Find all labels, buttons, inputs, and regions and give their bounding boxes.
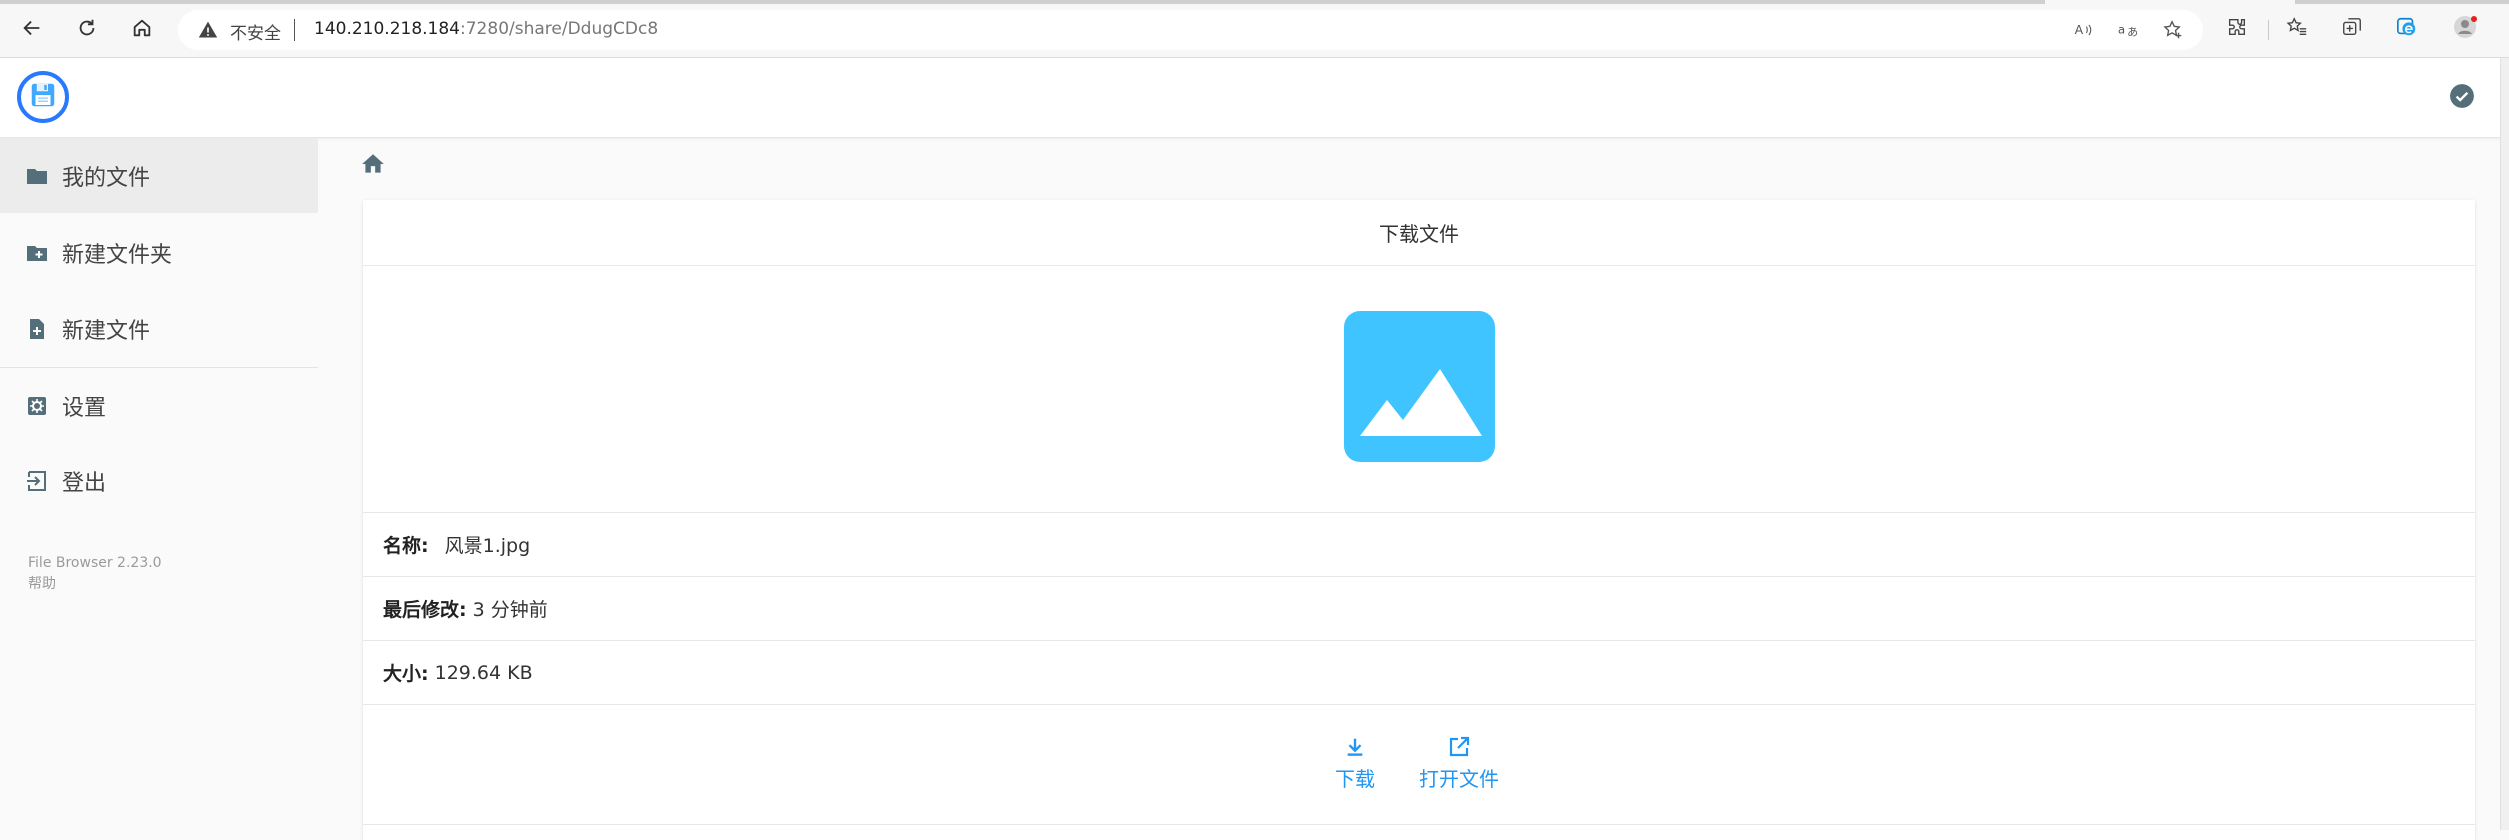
card-title: 下载文件 (363, 200, 2475, 266)
refresh-button[interactable] (71, 14, 103, 46)
modified-label: 最后修改: (383, 599, 467, 621)
sidebar-item-label: 我的文件 (62, 165, 151, 191)
svg-text:a: a (2118, 23, 2125, 37)
profile-button[interactable] (2452, 15, 2480, 43)
address-divider (294, 19, 295, 41)
sidebar-item-new-folder[interactable]: 新建文件夹 (0, 215, 318, 290)
extensions-icon (2226, 16, 2248, 42)
read-aloud-icon[interactable]: A (2071, 18, 2095, 42)
sidebar-item-logout[interactable]: 登出 (0, 443, 318, 518)
name-value: 风景1.jpg (444, 535, 531, 557)
browser-home-button[interactable] (126, 14, 158, 46)
collections-icon (2341, 16, 2363, 42)
folder-plus-icon (24, 240, 50, 266)
address-bar[interactable]: 不安全 140.210.218.184:7280/share/DdugCDc8 … (178, 10, 2203, 50)
sidebar-item-my-files[interactable]: 我的文件 (0, 138, 318, 213)
sidebar-item-settings[interactable]: 设置 (0, 368, 318, 443)
status-button[interactable] (2447, 83, 2477, 113)
url-host: 140.210.218.184 (314, 19, 461, 39)
favorites-button[interactable] (2283, 15, 2311, 43)
url-path: :7280/share/DdugCDc8 (460, 19, 659, 39)
preview-area (363, 266, 2475, 513)
sidebar-item-new-file[interactable]: 新建文件 (0, 291, 318, 366)
window-edge (2500, 58, 2509, 830)
browser-toolbar: 不安全 140.210.218.184:7280/share/DdugCDc8 … (0, 0, 2509, 58)
open-file-label: 打开文件 (1419, 767, 1499, 791)
app-logo[interactable] (17, 71, 69, 123)
collections-button[interactable] (2338, 15, 2366, 43)
open-file-button[interactable]: 打开文件 (1419, 733, 1499, 792)
settings-icon (24, 393, 50, 419)
back-button[interactable] (16, 14, 48, 46)
name-label: 名称: (383, 535, 429, 557)
url-text[interactable]: 140.210.218.184:7280/share/DdugCDc8 (314, 19, 658, 39)
insecure-label[interactable]: 不安全 (230, 19, 281, 44)
extensions-button[interactable] (2223, 15, 2251, 43)
warning-icon[interactable] (198, 20, 218, 40)
home-icon (131, 17, 153, 43)
favorites-icon (2286, 16, 2308, 42)
tab-strip (0, 0, 2509, 4)
refresh-icon (76, 17, 98, 43)
home-icon (360, 151, 386, 181)
sidebar-item-label: 设置 (62, 395, 107, 421)
download-button[interactable]: 下载 (1335, 733, 1375, 792)
open-in-new-icon (1445, 733, 1473, 761)
svg-text:A: A (2075, 22, 2084, 37)
share-card: 下载文件 名称: 风景1.jpg 最后修改: 3 分钟前 大小: 129.64 … (363, 200, 2475, 840)
folder-icon (24, 163, 50, 189)
favorite-add-icon[interactable] (2161, 18, 2185, 42)
active-tab-edge[interactable] (0, 0, 2045, 4)
back-icon (21, 17, 43, 43)
size-label: 大小: (383, 663, 429, 685)
sidebar-item-label: 新建文件夹 (62, 242, 173, 268)
modified-value: 3 分钟前 (472, 599, 548, 621)
sidebar-item-label: 登出 (62, 470, 107, 496)
breadcrumb-home-button[interactable] (358, 151, 388, 181)
logout-icon (24, 468, 50, 494)
profile-icon (2453, 14, 2479, 44)
info-row-modified: 最后修改: 3 分钟前 (363, 577, 2475, 641)
size-value: 129.64 KB (434, 661, 533, 684)
edge-icon (2396, 16, 2418, 42)
sidebar-item-label: 新建文件 (62, 318, 151, 344)
file-plus-icon (24, 316, 50, 342)
image-icon (1344, 311, 1495, 462)
sidebar: 我的文件 新建文件夹 新建文件 设置 登出 File Browser 2.23.… (0, 138, 318, 830)
version-link[interactable]: File Browser 2.23.0 (28, 553, 162, 574)
svg-text:あ: あ (2127, 26, 2138, 39)
app-header (0, 58, 2500, 138)
check-circle-icon (2449, 83, 2475, 113)
help-link[interactable]: 帮助 (28, 574, 162, 595)
toolbar-divider (2268, 20, 2269, 40)
edge-button[interactable] (2393, 15, 2421, 43)
sidebar-footer: File Browser 2.23.0 帮助 (28, 553, 162, 595)
floppy-disk-icon (28, 80, 58, 114)
download-icon (1341, 733, 1369, 761)
other-tab-edge[interactable] (2295, 0, 2509, 4)
actions-row: 下载 打开文件 (363, 705, 2475, 825)
translate-icon[interactable]: aあ (2116, 18, 2140, 42)
info-row-size: 大小: 129.64 KB (363, 641, 2475, 705)
info-row-name: 名称: 风景1.jpg (363, 513, 2475, 577)
download-label: 下载 (1335, 767, 1375, 791)
